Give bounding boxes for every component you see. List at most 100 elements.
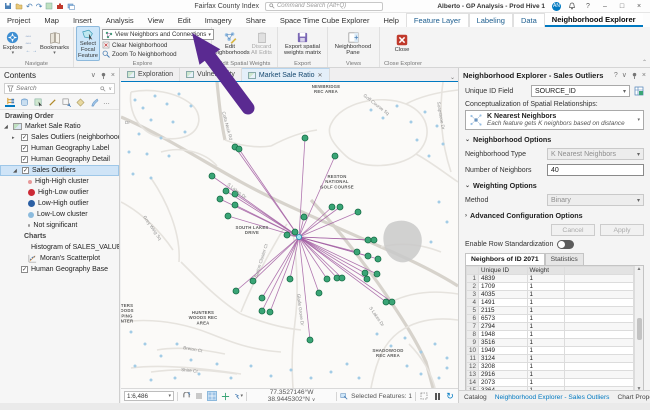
notifications-icon[interactable] xyxy=(568,2,576,10)
panel-pin-icon[interactable] xyxy=(631,72,638,79)
neighbor-point[interactable] xyxy=(374,271,380,277)
map-canvas[interactable]: NEWBRIDGEREC AREARESTONNATIONALGOLF COUR… xyxy=(121,82,458,388)
bottom-tab-catalog[interactable]: Catalog xyxy=(464,394,487,401)
neighbor-point[interactable] xyxy=(236,146,242,152)
scale-selector[interactable]: 1:6,486 ▾ xyxy=(124,391,174,401)
pause-drawing-icon[interactable] xyxy=(432,391,442,401)
conceptualization-card[interactable]: K Nearest Neighbors Each feature gets K … xyxy=(465,110,644,130)
list-by-source-icon[interactable] xyxy=(19,97,29,107)
bookmarks-button[interactable]: Bookmarks▾ xyxy=(39,30,70,57)
neighbor-point[interactable] xyxy=(364,276,370,282)
neighbor-point[interactable] xyxy=(223,188,229,194)
open-project-icon[interactable] xyxy=(15,2,23,10)
column-header[interactable]: Unique ID xyxy=(479,267,527,275)
layer-visibility-checkbox[interactable]: ✓ xyxy=(22,167,29,174)
table-row[interactable]: 1329161 xyxy=(467,371,634,379)
legend-item[interactable]: High-High cluster xyxy=(0,176,119,187)
command-search-input[interactable]: Command Search (Alt+Q) xyxy=(265,2,383,11)
map-tab-market-sale-ratio[interactable]: Market Sale Ratio✕ xyxy=(242,68,330,81)
advanced-options-header[interactable]: ›Advanced Configuration Options xyxy=(465,211,644,220)
contents-search-input[interactable] xyxy=(16,85,98,92)
neighbor-point[interactable] xyxy=(337,204,343,210)
expander-icon[interactable]: ◢ xyxy=(13,168,19,174)
table-row[interactable]: 665731 xyxy=(467,315,634,323)
legend-item[interactable]: Low-Low cluster xyxy=(0,209,119,220)
panel-menu-icon[interactable]: ∨ xyxy=(622,71,627,79)
number-of-neighbors-input[interactable]: 40 xyxy=(547,164,644,176)
table-row[interactable]: 1420731 xyxy=(467,379,634,387)
selected-features-label[interactable]: Selected Features: 1 xyxy=(351,393,412,400)
menu-tab-help[interactable]: Help xyxy=(376,13,405,27)
neighbor-point[interactable] xyxy=(209,173,215,179)
maximize-button[interactable]: □ xyxy=(617,3,627,10)
chart-item[interactable]: Histogram of SALES_VALUE xyxy=(0,242,119,253)
table-row[interactable]: 340351 xyxy=(467,291,634,299)
contents-more-icon[interactable]: … xyxy=(103,99,110,106)
export-weights-button[interactable]: Export spatial weights matrix xyxy=(280,30,325,57)
save-icon[interactable] xyxy=(4,2,12,10)
neighbor-point[interactable] xyxy=(217,196,223,202)
column-header[interactable]: Weight xyxy=(527,267,565,275)
legend-item[interactable]: Not significant xyxy=(0,220,119,231)
neighbor-point[interactable] xyxy=(371,237,377,243)
edit-neighborhoods-button[interactable]: Edit Neighborhoods xyxy=(214,30,246,57)
contents-search[interactable]: ∨ xyxy=(4,83,115,94)
contents-menu-icon[interactable]: ∨ xyxy=(91,71,96,79)
neighborhood-options-header[interactable]: ⌄Neighborhood Options xyxy=(465,135,644,144)
list-by-charts-icon[interactable] xyxy=(89,97,99,107)
tree-map-item[interactable]: ◢Market Sale Ratio xyxy=(0,121,119,132)
table-row[interactable]: 935161 xyxy=(467,339,634,347)
table-row[interactable]: 1232081 xyxy=(467,363,634,371)
neighbor-point[interactable] xyxy=(354,249,360,255)
subheader-item[interactable]: Charts xyxy=(0,231,119,242)
neighbor-point[interactable] xyxy=(316,290,322,296)
layer-visibility-checkbox[interactable]: ✓ xyxy=(21,266,28,273)
menu-tab-neighborhood-explorer[interactable]: Neighborhood Explorer xyxy=(545,13,643,27)
neighbor-point[interactable] xyxy=(259,308,265,314)
field-table-icon[interactable] xyxy=(634,86,644,96)
undo-icon[interactable]: ↶ xyxy=(26,2,33,11)
panel-close-icon[interactable]: × xyxy=(642,72,646,79)
menu-tab-insert[interactable]: Insert xyxy=(66,13,99,27)
table-row[interactable]: 727941 xyxy=(467,323,634,331)
table-row[interactable]: 148391 xyxy=(467,275,634,283)
table-row[interactable]: 521151 xyxy=(467,307,634,315)
crosshair-icon[interactable] xyxy=(220,391,230,401)
explore-button[interactable]: Explore▾ xyxy=(2,29,24,57)
table-row[interactable]: 414911 xyxy=(467,299,634,307)
flash-tool-icon[interactable]: ▾ xyxy=(233,391,243,401)
neighbor-point[interactable] xyxy=(339,275,345,281)
legend-item[interactable]: High-Low outlier xyxy=(0,187,119,198)
zoom-to-neighborhood-button[interactable]: Zoom To Neighborhood xyxy=(102,50,214,58)
unique-id-dropdown[interactable]: SOURCE_ID▾ xyxy=(531,85,630,97)
neighbor-point[interactable] xyxy=(324,276,330,282)
map-coordinates[interactable]: 77.3527146°W 38.9445302°N ∨ xyxy=(250,389,333,403)
map-tab-exploration[interactable]: Exploration xyxy=(121,68,180,81)
contents-pin-icon[interactable] xyxy=(100,72,107,79)
collapse-ribbon-icon[interactable]: ⌃ xyxy=(642,59,647,66)
refresh-icon[interactable]: ↻ xyxy=(445,391,455,401)
map-tool-icon[interactable] xyxy=(45,2,53,10)
snapping-magnet-icon[interactable] xyxy=(181,391,191,401)
list-by-labeling-icon[interactable] xyxy=(75,97,85,107)
neighbor-point[interactable] xyxy=(225,213,231,219)
weighting-options-header[interactable]: ⌄Weighting Options xyxy=(465,181,644,190)
list-by-selection-icon[interactable] xyxy=(33,97,43,107)
toolbox-icon[interactable] xyxy=(56,2,64,10)
layer-visibility-checkbox[interactable]: ✓ xyxy=(21,134,28,141)
map-tab-vulnerability[interactable]: Vulnerability xyxy=(180,68,242,81)
neighbor-point[interactable] xyxy=(292,229,298,235)
select-focal-feature-button[interactable]: Select Focal Feature xyxy=(76,26,100,61)
neighbor-point[interactable] xyxy=(375,256,381,262)
neighborhood-pane-button[interactable]: Neighborhood Pane xyxy=(330,30,376,57)
menu-tab-data[interactable]: Data xyxy=(513,13,545,27)
layer-item[interactable]: ✓Human Geography Base xyxy=(0,264,119,275)
card-chevron-icon[interactable]: ▾ xyxy=(637,117,640,123)
neighbor-point[interactable] xyxy=(362,270,368,276)
list-by-editing-icon[interactable] xyxy=(47,97,57,107)
layers-icon[interactable] xyxy=(67,2,75,10)
table-row[interactable]: 819481 xyxy=(467,331,634,339)
table-scrollbar[interactable]: ▲▼ xyxy=(634,266,643,390)
neighbor-point[interactable] xyxy=(287,276,293,282)
neighbor-point[interactable] xyxy=(365,237,371,243)
